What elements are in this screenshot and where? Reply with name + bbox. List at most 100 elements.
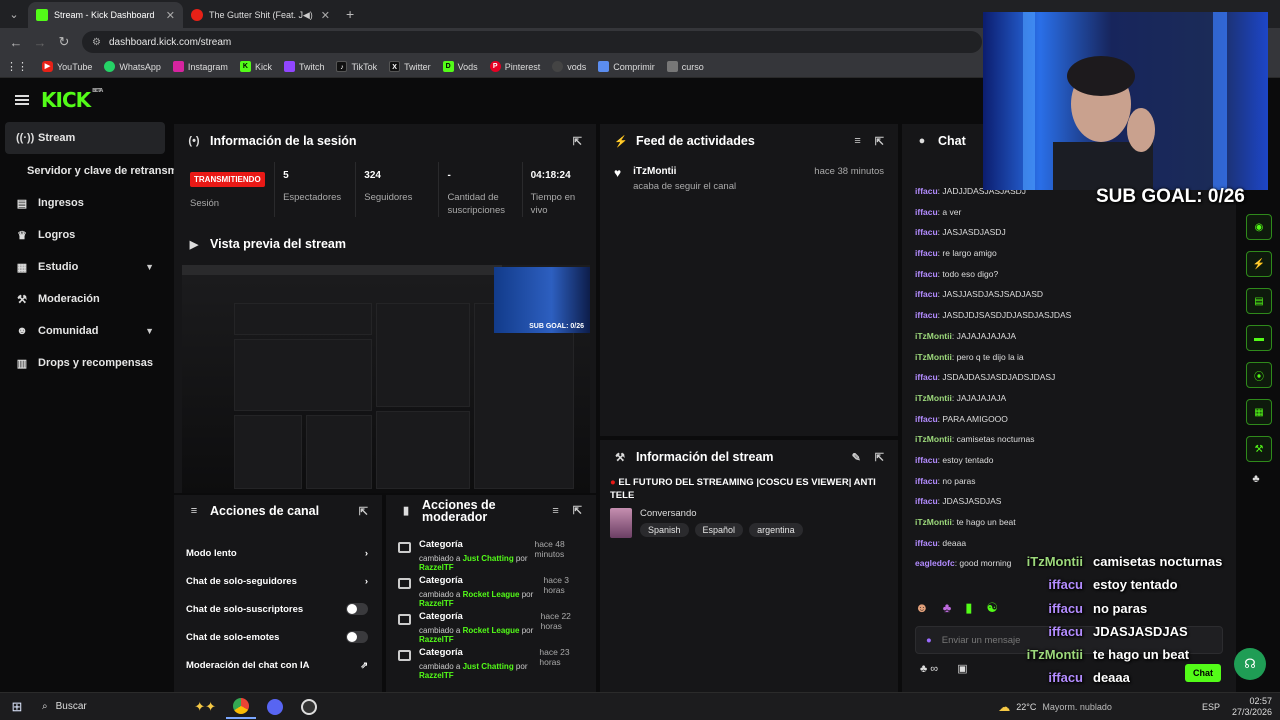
tab-search-icon[interactable]: ⌄ [0,0,28,28]
wrench-icon[interactable]: ⚒ [1246,436,1272,462]
url-field[interactable]: ⚙ dashboard.kick.com/stream [82,31,982,53]
bookmark-whatsapp[interactable]: WhatsApp [104,61,161,72]
kick-logo[interactable]: KICK BETA [41,88,103,112]
tag-chip[interactable]: Español [694,523,744,537]
windows-start-icon[interactable]: ⊞ [2,699,32,715]
tab-title: Stream - Kick Dashboard [54,10,155,20]
chat-username[interactable]: iffacu [915,227,938,237]
chat-username[interactable]: iffacu [915,310,938,320]
panel-title: Vista previa del stream [210,237,346,251]
popout-icon[interactable]: ⇱ [875,135,884,148]
reload-icon[interactable]: ↻ [52,34,76,50]
popout-icon[interactable]: ⇱ [875,451,884,464]
users-icon[interactable]: ♣ ∞ [920,663,938,675]
users-icon[interactable]: ♣ [1232,473,1280,485]
bookmark-twitch[interactable]: Twitch [283,61,324,72]
sidebar-item-estudio[interactable]: ▦ Estudio ▼ [0,251,170,283]
sidebar-item-logros[interactable]: ♛ Logros [0,219,170,251]
emote-icon[interactable]: ♣ [943,600,952,616]
bookmark-tiktok[interactable]: ♪ TikTok [336,61,377,72]
sidebar-item-comunidad[interactable]: ☻ Comunidad ▼ [0,315,170,347]
sidebar-item-server-key[interactable]: Servidor y clave de retransm [0,155,177,187]
tag-chip[interactable]: argentina [749,523,803,537]
mic-icon[interactable]: ● [926,635,932,646]
chat-username[interactable]: iffacu [915,289,938,299]
broadcast-icon[interactable]: ⦿ [1246,362,1272,388]
chat-username[interactable]: iffacu [915,476,938,486]
obs-taskbar-icon[interactable] [294,695,324,719]
chat-username[interactable]: iffacu [915,269,938,279]
new-tab-icon[interactable]: + [346,6,354,22]
filter-icon[interactable]: ≡ [854,135,860,147]
camera-icon[interactable]: ◉ [1246,214,1272,240]
speaker-icon[interactable]: ◀) [303,10,313,21]
chat-username[interactable]: iffacu [915,538,938,548]
tab-youtube-song[interactable]: The Gutter Shit (Feat. Jayo ◀) ✕ [183,2,338,28]
chat-username[interactable]: iffacu [915,414,938,424]
chat-username[interactable]: iffacu [915,372,938,382]
bolt-icon[interactable]: ⚡ [1246,251,1272,277]
bookmark-instagram[interactable]: Instagram [172,61,228,72]
chat-username[interactable]: eagledofc [915,558,955,568]
document-icon[interactable]: ▤ [1246,288,1272,314]
chat-username[interactable]: iTzMontii [915,517,952,527]
slow-mode-row[interactable]: Modo lento › [174,539,382,567]
close-tab-icon[interactable]: ✕ [321,9,330,22]
bookmark-youtube[interactable]: ▶ YouTube [42,61,92,72]
menu-icon[interactable] [15,93,29,107]
stream-category[interactable]: Conversando [640,508,803,519]
forward-icon[interactable]: → [28,35,52,50]
bookmark-kick[interactable]: K Kick [239,61,272,72]
tab-kick-dashboard[interactable]: Stream - Kick Dashboard ✕ [28,2,183,28]
bookmark-comprimir[interactable]: Comprimir [598,61,655,72]
taskbar-search[interactable]: ⌕ Buscar ✦✦ [32,696,222,718]
edit-icon[interactable]: ✎ [852,451,861,464]
clock[interactable]: 02:57 27/3/2026 [1232,696,1272,718]
chat-username[interactable]: iffacu [915,496,938,506]
tag-chip[interactable]: Spanish [640,523,689,537]
sidebar-item-moderacion[interactable]: ⚒ Moderación [0,283,170,315]
popout-icon[interactable]: ⇱ [573,505,582,517]
bookmark-pinterest[interactable]: P Pinterest [489,61,540,72]
chat-username[interactable]: iffacu [915,207,938,217]
emote-icon[interactable]: ☯ [986,600,998,616]
emote-icon[interactable]: ☻ [915,600,929,616]
headset-icon[interactable]: ☊ [1234,648,1266,680]
bookmark-twitter[interactable]: X Twitter [389,61,431,72]
subscribers-only-toggle[interactable] [346,603,368,615]
chrome-taskbar-icon[interactable] [226,695,256,719]
ai-moderation-row[interactable]: Moderación del chat con IA ⇗ [174,651,382,679]
emote-icon[interactable]: ▮ [965,600,972,616]
activity-user[interactable]: iTzMontii [633,166,736,177]
chat-username[interactable]: iTzMontii [915,393,952,403]
external-link-icon: ⇗ [360,659,368,670]
close-tab-icon[interactable]: ✕ [166,9,175,22]
chat-username[interactable]: iTzMontii [915,352,952,362]
apps-icon[interactable]: ⋮⋮ [6,60,28,73]
bookmark-vods-2[interactable]: vods [552,61,586,72]
chat-text: a ver [942,206,962,217]
chat-username[interactable]: iTzMontii [915,434,952,444]
store-icon[interactable]: ▣ [957,663,967,675]
layers-icon[interactable]: ▦ [1246,399,1272,425]
back-icon[interactable]: ← [4,35,28,50]
chat-username[interactable]: iffacu [915,248,938,258]
popout-icon[interactable]: ⇱ [573,135,582,148]
filter-icon[interactable]: ≡ [552,505,558,517]
chat-username[interactable]: iffacu [915,455,938,465]
discord-taskbar-icon[interactable] [260,695,290,719]
emotes-only-toggle[interactable] [346,631,368,643]
bookmark-vods-1[interactable]: D Vods [442,61,478,72]
chat-username[interactable]: iffacu [915,186,938,196]
site-info-icon[interactable]: ⚙ [92,37,101,48]
chat-icon[interactable]: ▬ [1246,325,1272,351]
followers-only-row[interactable]: Chat de solo-seguidores › [174,567,382,595]
sidebar-item-drops[interactable]: ▥ Drops y recompensas [0,347,170,379]
stream-preview-video[interactable]: SUB GOAL: 0/26 [182,265,590,493]
popout-icon[interactable]: ⇱ [359,505,368,518]
overlay-chat-line: iTzMontii camisetas nocturnas [1010,550,1280,573]
bookmark-curso[interactable]: curso [666,61,704,72]
sidebar-item-ingresos[interactable]: ▤ Ingresos [0,187,170,219]
sidebar-item-stream[interactable]: ((·)) Stream [5,122,165,154]
chat-username[interactable]: iTzMontii [915,331,952,341]
